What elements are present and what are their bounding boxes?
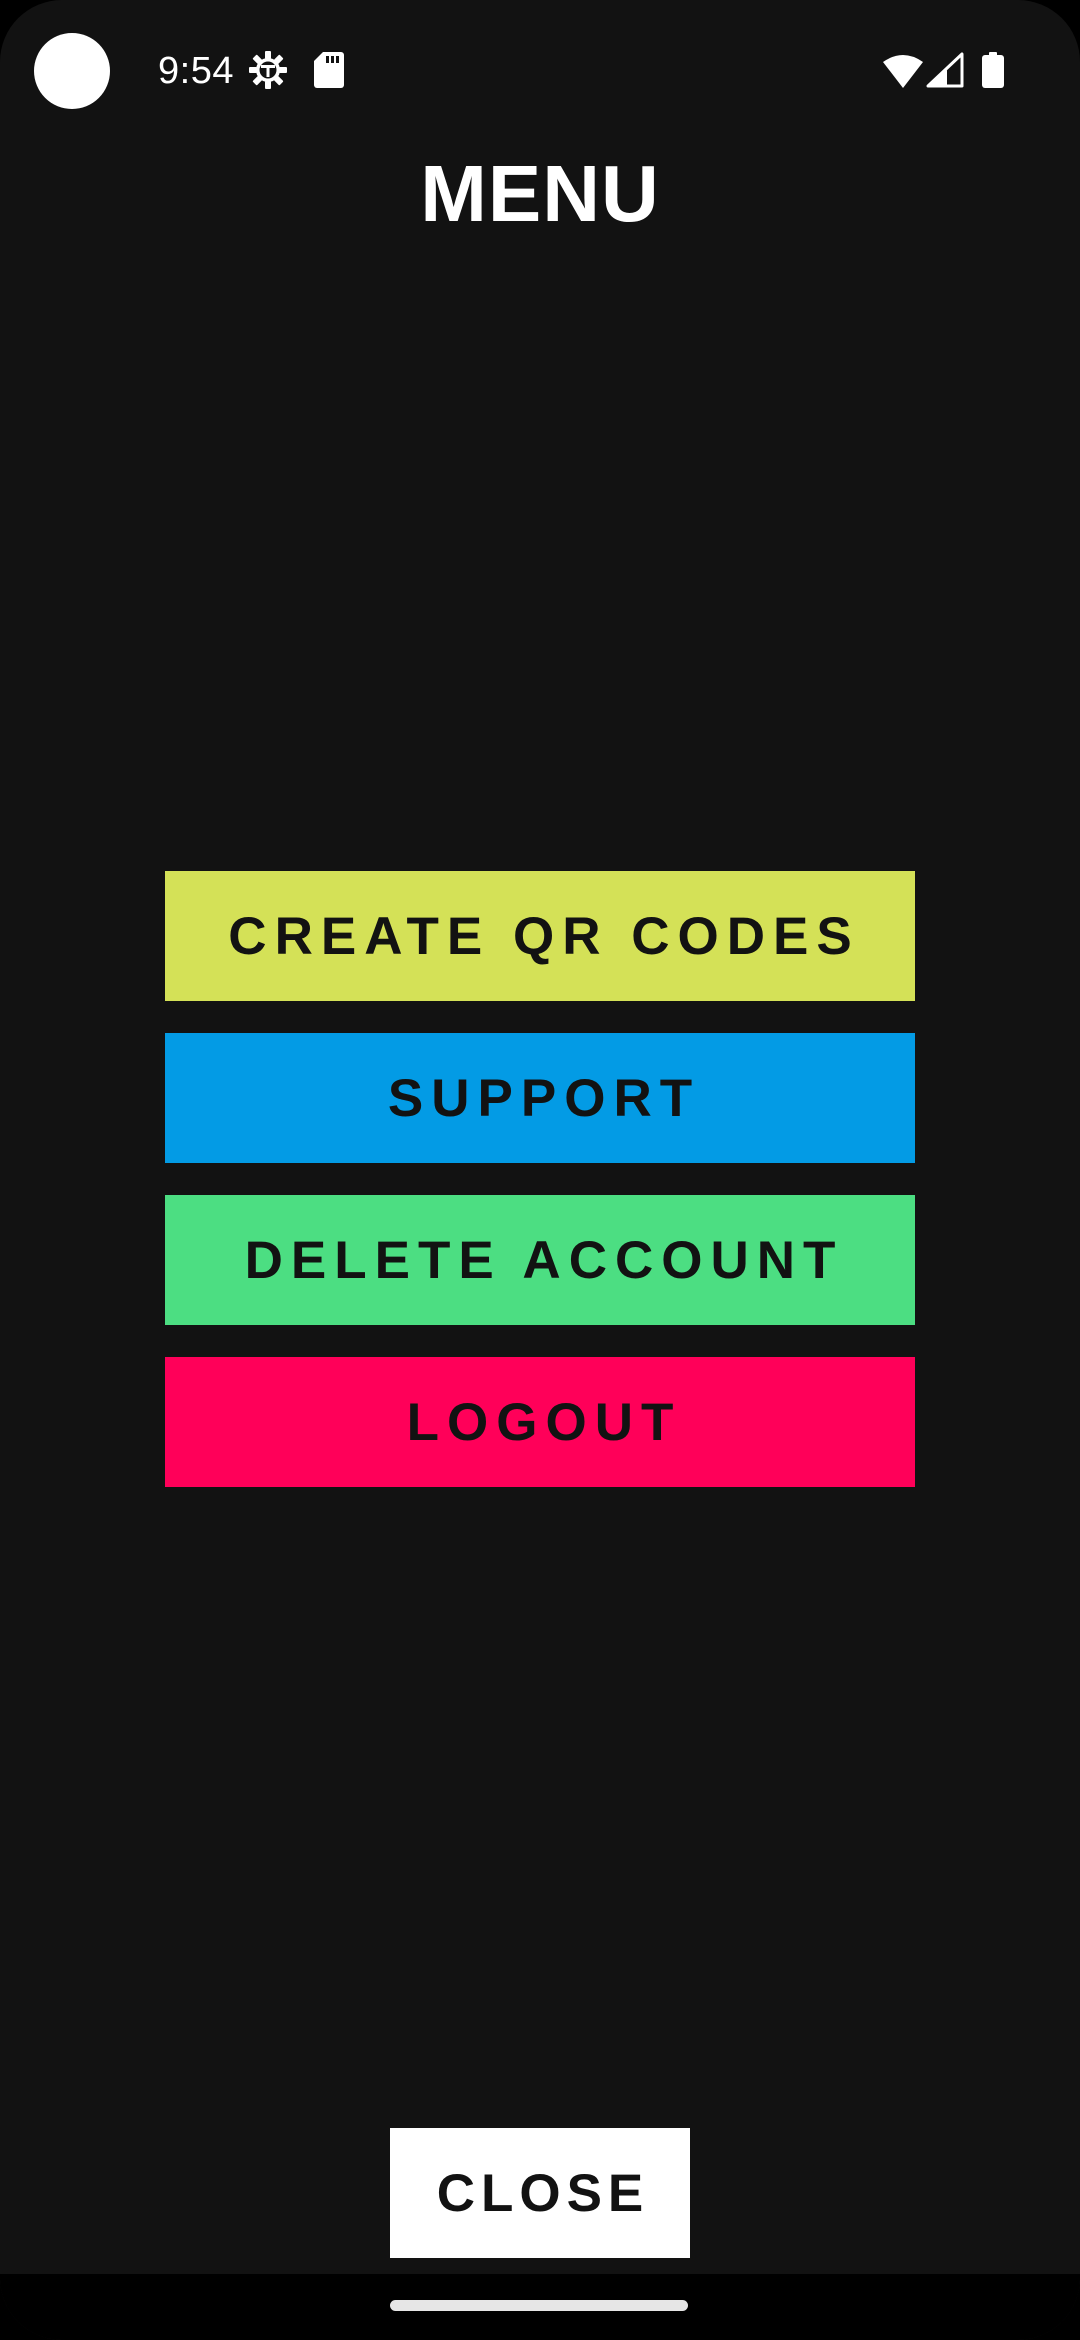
- cell-signal-icon: [926, 52, 964, 88]
- app-screen: 9:54 MENU CREATE QR CODES SUPPORT DELETE…: [0, 0, 1080, 2340]
- logout-label: LOGOUT: [406, 1392, 682, 1452]
- create-qr-codes-label: CREATE QR CODES: [228, 906, 860, 966]
- gear-icon: [249, 51, 287, 89]
- status-time: 9:54: [158, 50, 234, 92]
- create-qr-codes-button[interactable]: CREATE QR CODES: [165, 871, 915, 1001]
- page-title: MENU: [420, 149, 660, 238]
- delete-account-button[interactable]: DELETE ACCOUNT: [165, 1195, 915, 1325]
- support-button[interactable]: SUPPORT: [165, 1033, 915, 1163]
- logout-button[interactable]: LOGOUT: [165, 1357, 915, 1487]
- battery-icon: [982, 52, 1004, 88]
- close-label: CLOSE: [436, 2163, 650, 2223]
- close-button[interactable]: CLOSE: [390, 2128, 690, 2258]
- support-label: SUPPORT: [387, 1068, 701, 1128]
- sd-card-icon: [314, 52, 344, 88]
- front-camera-cutout: [34, 33, 110, 109]
- delete-account-label: DELETE ACCOUNT: [244, 1230, 844, 1290]
- wifi-icon: [883, 55, 923, 88]
- status-bar: 9:54: [0, 0, 1080, 140]
- home-gesture-handle[interactable]: [390, 2300, 688, 2311]
